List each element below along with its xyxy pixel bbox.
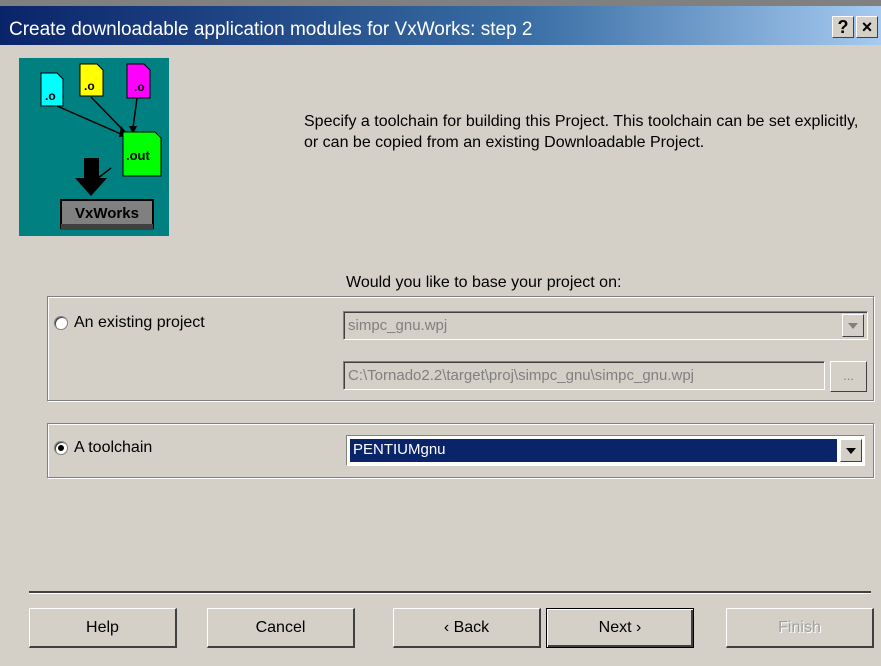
build-diagram-icon: .o .o .o .out VxWorks: [19, 58, 169, 236]
close-button[interactable]: ×: [856, 16, 878, 38]
base-question: Would you like to base your project on:: [346, 274, 622, 291]
radio-checked-icon: [54, 441, 68, 455]
chevron-down-icon: [840, 439, 862, 462]
help-button[interactable]: Help: [29, 608, 177, 648]
browse-button[interactable]: ...: [830, 361, 867, 392]
vxworks-label: VxWorks: [75, 205, 139, 222]
out-label: .out: [126, 148, 150, 163]
close-icon: ×: [861, 17, 873, 37]
obj-label-2: .o: [84, 79, 95, 93]
toolchain-radio[interactable]: A toolchain: [54, 439, 152, 457]
wizard-illustration: .o .o .o .out VxWorks: [19, 58, 169, 236]
project-path-value: C:\Tornado2.2\target\proj\simpc_gnu\simp…: [348, 367, 695, 384]
button-separator: [29, 591, 871, 594]
question-icon: ?: [837, 17, 849, 37]
help-title-button[interactable]: ?: [832, 16, 854, 38]
existing-project-value: simpc_gnu.wpj: [348, 317, 448, 334]
radio-unchecked-icon: [54, 316, 68, 330]
existing-project-radio[interactable]: An existing project: [54, 314, 205, 332]
back-button[interactable]: ‹ Back: [393, 608, 541, 648]
title-bar: Create downloadable application modules …: [0, 0, 881, 45]
chevron-down-icon: [842, 314, 864, 337]
window-title: Create downloadable application modules …: [9, 19, 533, 40]
obj-label-3: .o: [134, 80, 145, 94]
obj-label-1: .o: [45, 89, 56, 103]
project-path-field[interactable]: C:\Tornado2.2\target\proj\simpc_gnu\simp…: [343, 361, 825, 390]
toolchain-label: A toolchain: [74, 439, 153, 456]
cancel-button[interactable]: Cancel: [207, 608, 355, 648]
intro-text: Specify a toolchain for building this Pr…: [304, 113, 859, 151]
existing-project-dropdown[interactable]: simpc_gnu.wpj: [343, 311, 868, 340]
toolchain-dropdown[interactable]: PENTIUMgnu: [346, 435, 865, 466]
toolchain-value: PENTIUMgnu: [350, 439, 837, 462]
existing-project-label: An existing project: [74, 314, 205, 331]
finish-button[interactable]: Finish: [726, 608, 874, 648]
next-button[interactable]: Next ›: [546, 608, 694, 648]
